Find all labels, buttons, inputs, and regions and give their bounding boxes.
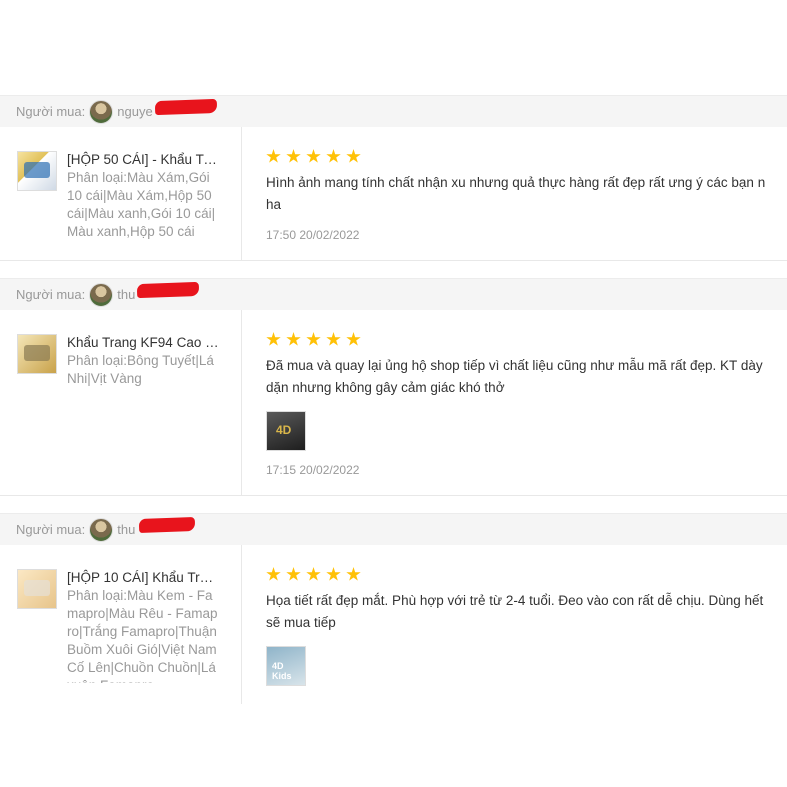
star-rating <box>266 149 771 164</box>
review-card: Người mua: thu Khẩu Trang KF94 Cao Cấp P… <box>0 278 787 496</box>
buyer-bar: Người mua: thu <box>0 513 787 545</box>
star-icon <box>346 567 361 581</box>
product-name[interactable]: [HỘP 10 CÁI] Khẩu Trang 4D Kids <box>67 569 219 587</box>
product-info[interactable]: [HỘP 10 CÁI] Khẩu Trang 4D Kids Phân loạ… <box>0 545 242 704</box>
star-rating <box>266 567 771 582</box>
star-icon <box>326 149 341 163</box>
review-photo[interactable]: 4D <box>266 411 306 451</box>
top-blank-area <box>0 0 787 95</box>
star-icon <box>326 567 341 581</box>
star-icon <box>266 567 281 581</box>
star-icon <box>306 149 321 163</box>
star-icon <box>306 332 321 346</box>
star-rating <box>266 332 771 347</box>
star-icon <box>286 332 301 346</box>
review-time: 17:15 20/02/2022 <box>266 463 360 477</box>
buyer-bar: Người mua: thu <box>0 278 787 310</box>
review-card: Người mua: thu [HỘP 10 CÁI] Khẩu Trang 4… <box>0 513 787 704</box>
star-icon <box>346 332 361 346</box>
product-variation: Phân loại:Màu Xám,Gói 10 cái|Màu Xám,Hộp… <box>67 170 216 239</box>
product-name[interactable]: Khẩu Trang KF94 Cao Cấp <box>67 334 219 352</box>
product-thumbnail[interactable] <box>17 569 57 609</box>
buyer-name[interactable]: nguye <box>117 98 218 119</box>
review-divider <box>0 496 787 513</box>
review-comment: Họa tiết rất đẹp mắt. Phù hợp với trẻ từ… <box>266 593 764 630</box>
review-body: [HỘP 50 CÁI] - Khẩu Trang KF94 Phân loại… <box>0 127 787 261</box>
buyer-name[interactable]: thu <box>117 517 196 537</box>
buyer-name[interactable]: thu <box>117 281 200 302</box>
star-icon <box>266 332 281 346</box>
buyer-label: Người mua: <box>16 522 86 537</box>
review-card: Người mua: nguye [HỘP 50 CÁI] - Khẩu Tra… <box>0 95 787 261</box>
review-comment: Hình ảnh mang tính chất nhận xu nhưng qu… <box>266 175 766 212</box>
review-divider <box>0 261 787 278</box>
product-variation: Phân loại:Bông Tuyết|Lá Nhi|Vịt Vàng <box>67 353 214 386</box>
product-variation: Phân loại:Màu Kem - Famapro|Màu Rêu - Fa… <box>67 588 218 683</box>
review-photo-label: 4D <box>276 423 292 437</box>
product-info[interactable]: Khẩu Trang KF94 Cao Cấp Phân loại:Bông T… <box>0 310 242 495</box>
avatar[interactable] <box>89 517 114 542</box>
buyer-label: Người mua: <box>16 104 86 119</box>
product-thumbnail[interactable] <box>17 151 57 191</box>
star-icon <box>286 567 301 581</box>
review-photo[interactable]: 4D Kids <box>266 646 306 686</box>
review-content: Hình ảnh mang tính chất nhận xu nhưng qu… <box>242 127 787 260</box>
product-thumbnail[interactable] <box>17 334 57 374</box>
review-content: Họa tiết rất đẹp mắt. Phù hợp với trẻ từ… <box>242 545 787 704</box>
buyer-bar: Người mua: nguye <box>0 95 787 127</box>
review-time: 17:50 20/02/2022 <box>266 228 360 242</box>
star-icon <box>266 149 281 163</box>
star-icon <box>326 332 341 346</box>
review-photo-label: 4D Kids <box>272 661 292 681</box>
redaction-mark <box>139 517 196 533</box>
review-body: [HỘP 10 CÁI] Khẩu Trang 4D Kids Phân loạ… <box>0 545 787 704</box>
review-content: Đã mua và quay lại ủng hộ shop tiếp vì c… <box>242 310 787 495</box>
review-body: Khẩu Trang KF94 Cao Cấp Phân loại:Bông T… <box>0 310 787 496</box>
redaction-mark <box>137 281 200 299</box>
review-comment: Đã mua và quay lại ủng hộ shop tiếp vì c… <box>266 358 763 395</box>
star-icon <box>346 149 361 163</box>
avatar[interactable] <box>89 99 114 124</box>
redaction-mark <box>155 98 218 116</box>
star-icon <box>286 149 301 163</box>
star-icon <box>306 567 321 581</box>
product-info[interactable]: [HỘP 50 CÁI] - Khẩu Trang KF94 Phân loại… <box>0 127 242 260</box>
product-name[interactable]: [HỘP 50 CÁI] - Khẩu Trang KF94 <box>67 151 219 169</box>
avatar[interactable] <box>89 282 114 307</box>
buyer-label: Người mua: <box>16 287 86 302</box>
